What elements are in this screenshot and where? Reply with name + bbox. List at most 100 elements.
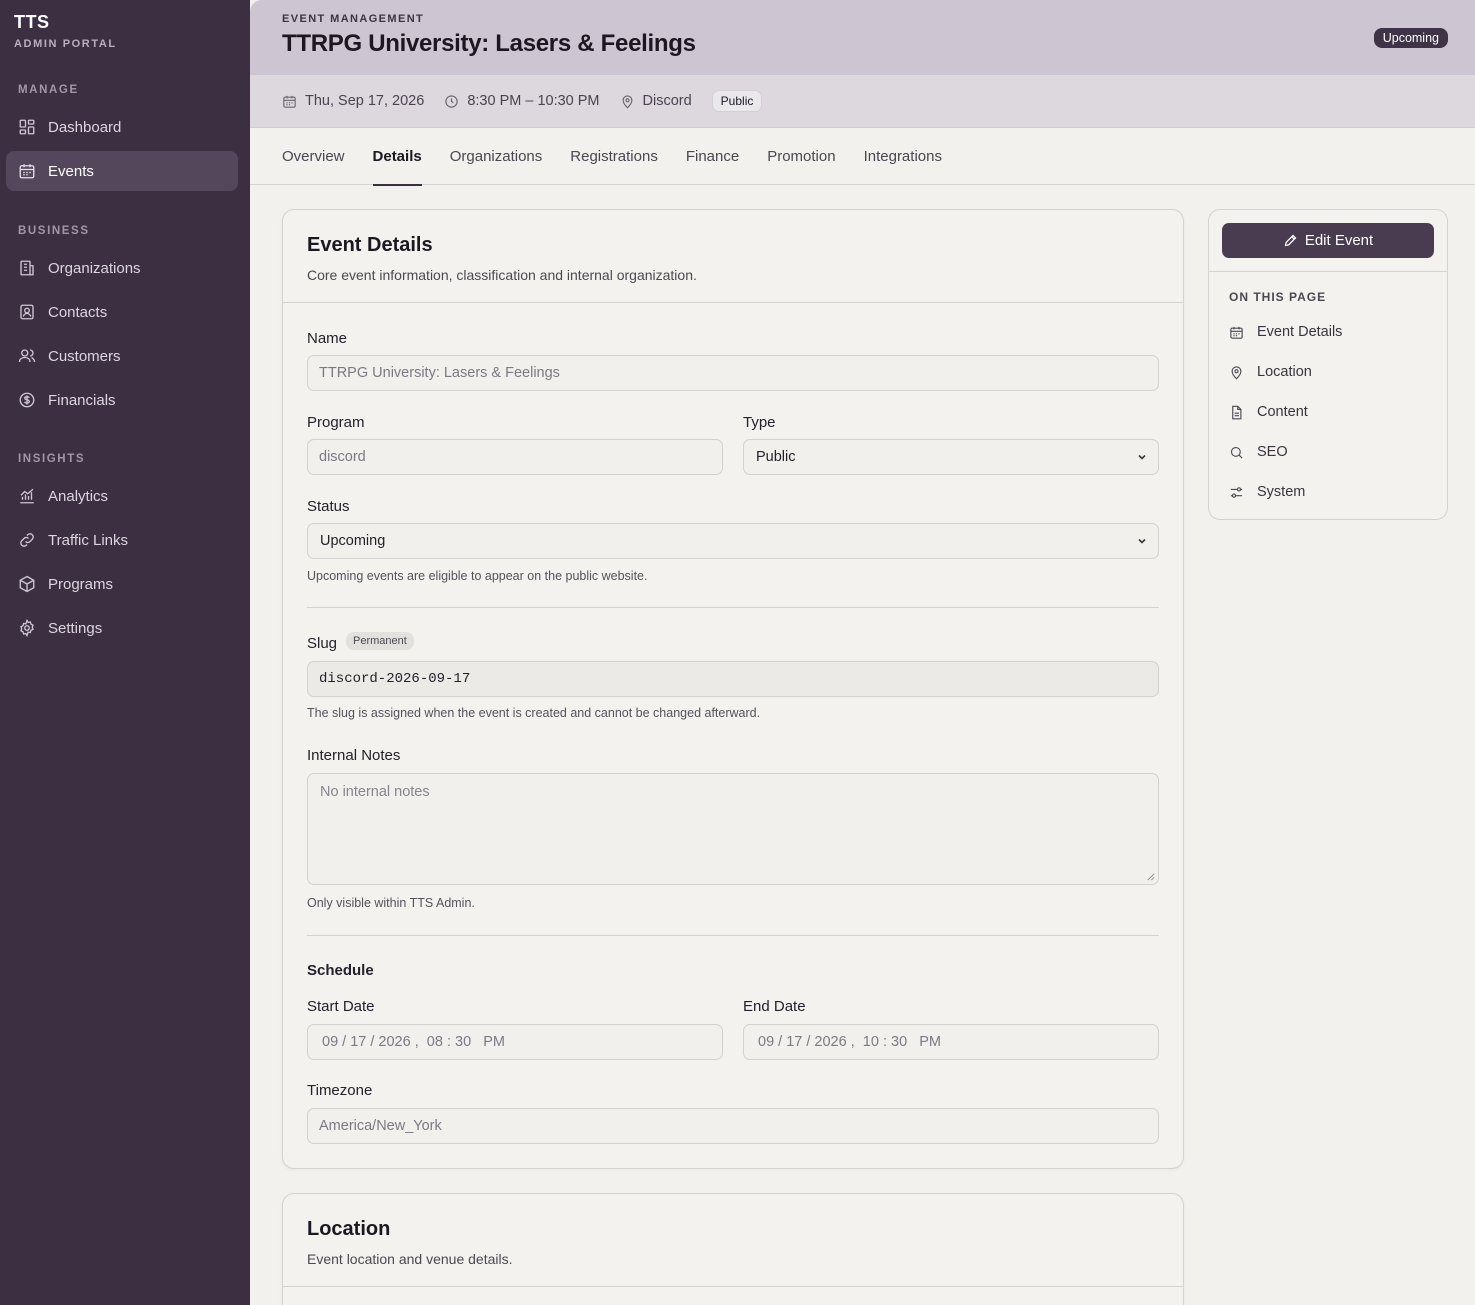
nav-section-manage: MANAGE bbox=[18, 84, 79, 96]
tab-details[interactable]: Details bbox=[372, 128, 422, 186]
grid-icon bbox=[19, 119, 35, 135]
tab-overview[interactable]: Overview bbox=[282, 128, 345, 185]
event-meta-bar: Thu, Sep 17, 2026 8:30 PM – 10:30 PM Dis… bbox=[250, 75, 1475, 128]
start-date-label: Start Date bbox=[307, 998, 375, 1015]
type-label: Type bbox=[743, 414, 776, 431]
page-eyebrow: EVENT MANAGEMENT bbox=[282, 13, 425, 25]
contact-icon bbox=[20, 304, 34, 320]
event-details-card: Event Details Core event information, cl… bbox=[282, 209, 1184, 1169]
sidebar-item-settings[interactable]: Settings bbox=[6, 608, 238, 648]
status-badge: Upcoming bbox=[1373, 28, 1448, 48]
tab-bar: Overview Details Organizations Registrat… bbox=[250, 128, 1475, 186]
event-date: Thu, Sep 17, 2026 bbox=[282, 93, 424, 109]
sidebar-item-label: Financials bbox=[48, 391, 116, 409]
tab-registrations[interactable]: Registrations bbox=[570, 128, 658, 185]
sidebar-item-label: Customers bbox=[48, 347, 121, 365]
location-card: Location Event location and venue detail… bbox=[282, 1193, 1184, 1305]
dollar-icon bbox=[19, 392, 35, 408]
internal-notes-textarea[interactable]: No internal notes bbox=[307, 773, 1159, 885]
sidebar-item-label: Events bbox=[48, 162, 94, 180]
edit-event-button[interactable]: Edit Event bbox=[1222, 223, 1434, 258]
tab-finance[interactable]: Finance bbox=[686, 128, 739, 185]
link-icon bbox=[20, 533, 34, 547]
timezone-field[interactable]: America/New_York bbox=[307, 1108, 1159, 1144]
sidebar-item-financials[interactable]: Financials bbox=[6, 380, 238, 420]
sidebar-item-analytics[interactable]: Analytics bbox=[6, 476, 238, 516]
sidebar-item-organizations[interactable]: Organizations bbox=[6, 248, 238, 288]
sidebar-item-dashboard[interactable]: Dashboard bbox=[6, 107, 238, 147]
schedule-heading: Schedule bbox=[307, 962, 374, 979]
building-icon bbox=[20, 260, 34, 276]
program-field[interactable]: discord bbox=[307, 439, 723, 475]
nav-section-insights: INSIGHTS bbox=[18, 453, 86, 465]
type-select-value: Public bbox=[756, 449, 796, 465]
edit-event-label: Edit Event bbox=[1304, 232, 1374, 249]
tab-promotion[interactable]: Promotion bbox=[767, 128, 835, 185]
sidebar-item-contacts[interactable]: Contacts bbox=[6, 292, 238, 332]
sidebar-item-customers[interactable]: Customers bbox=[6, 336, 238, 376]
map-pin-icon bbox=[1231, 365, 1242, 380]
chart-icon bbox=[20, 488, 34, 504]
status-select[interactable]: Upcoming bbox=[307, 523, 1159, 559]
internal-notes-placeholder: No internal notes bbox=[320, 784, 430, 800]
name-label: Name bbox=[307, 330, 348, 347]
chevron-down-icon bbox=[1138, 538, 1146, 544]
permanent-badge: Permanent bbox=[346, 632, 414, 650]
type-select[interactable]: Public bbox=[743, 439, 1159, 475]
sidebar-item-programs[interactable]: Programs bbox=[6, 564, 238, 604]
gear-icon bbox=[20, 619, 34, 637]
search-icon bbox=[1230, 446, 1243, 459]
internal-notes-hint: Only visible within TTS Admin. bbox=[307, 896, 475, 910]
sidebar-item-label: Analytics bbox=[48, 487, 109, 505]
clock-icon bbox=[445, 94, 459, 108]
sidebar-item-label: Programs bbox=[48, 575, 114, 593]
panel-divider bbox=[1209, 271, 1447, 272]
sidebar-item-traffic-links[interactable]: Traffic Links bbox=[6, 520, 238, 560]
status-hint: Upcoming events are eligible to appear o… bbox=[307, 569, 648, 583]
slug-hint: The slug is assigned when the event is c… bbox=[307, 706, 761, 720]
visibility-badge: Public bbox=[711, 90, 763, 112]
calendar-icon bbox=[283, 95, 296, 108]
event-time: 8:30 PM – 10:30 PM bbox=[444, 93, 600, 109]
calendar-icon bbox=[19, 164, 35, 179]
toc-item-event-details[interactable]: Event Details bbox=[1229, 320, 1342, 344]
start-date-input[interactable]: 09 / 17 / 2026 , 08 : 30 PM bbox=[307, 1024, 723, 1060]
card-description: Event location and venue details. bbox=[307, 1251, 513, 1267]
sidebar: TTS ADMIN PORTAL MANAGE Dashboard Events… bbox=[0, 0, 250, 1305]
document-icon bbox=[1232, 405, 1242, 419]
toc-item-content[interactable]: Content bbox=[1229, 400, 1308, 424]
map-pin-icon bbox=[622, 94, 632, 109]
pencil-icon bbox=[1284, 234, 1297, 247]
toc-item-location[interactable]: Location bbox=[1229, 360, 1312, 384]
resize-handle-icon[interactable] bbox=[1146, 872, 1155, 881]
sidebar-item-label: Contacts bbox=[48, 303, 108, 321]
end-date-label: End Date bbox=[743, 998, 806, 1015]
page-header: EVENT MANAGEMENT TTRPG University: Laser… bbox=[250, 0, 1475, 75]
sidebar-item-label: Traffic Links bbox=[48, 531, 129, 549]
toc-item-system[interactable]: System bbox=[1229, 480, 1305, 504]
sidebar-item-label: Dashboard bbox=[48, 118, 122, 136]
toc-item-seo[interactable]: SEO bbox=[1229, 440, 1288, 464]
tab-organizations[interactable]: Organizations bbox=[450, 128, 543, 185]
slug-field: discord-2026-09-17 bbox=[307, 661, 1159, 697]
timezone-label: Timezone bbox=[307, 1082, 373, 1099]
card-title: Location bbox=[307, 1218, 391, 1240]
box-icon bbox=[19, 575, 35, 593]
name-field[interactable]: TTRPG University: Lasers & Feelings bbox=[307, 355, 1159, 391]
end-date-input[interactable]: 09 / 17 / 2026 , 10 : 30 PM bbox=[743, 1024, 1159, 1060]
card-header: Location Event location and venue detail… bbox=[283, 1194, 1183, 1287]
users-icon bbox=[18, 349, 36, 363]
sidebar-item-label: Organizations bbox=[48, 259, 141, 277]
card-header: Event Details Core event information, cl… bbox=[283, 210, 1183, 303]
sliders-icon bbox=[1230, 486, 1243, 498]
section-divider bbox=[307, 607, 1159, 608]
tab-integrations[interactable]: Integrations bbox=[864, 128, 942, 185]
calendar-icon bbox=[1230, 326, 1243, 339]
brand-name: TTS bbox=[14, 12, 50, 32]
brand[interactable]: TTS ADMIN PORTAL bbox=[14, 12, 117, 50]
brand-subtitle: ADMIN PORTAL bbox=[14, 38, 117, 50]
card-description: Core event information, classification a… bbox=[307, 267, 697, 283]
nav-section-business: BUSINESS bbox=[18, 225, 90, 237]
slug-label: Slug bbox=[307, 635, 338, 652]
sidebar-item-events[interactable]: Events bbox=[6, 151, 238, 191]
